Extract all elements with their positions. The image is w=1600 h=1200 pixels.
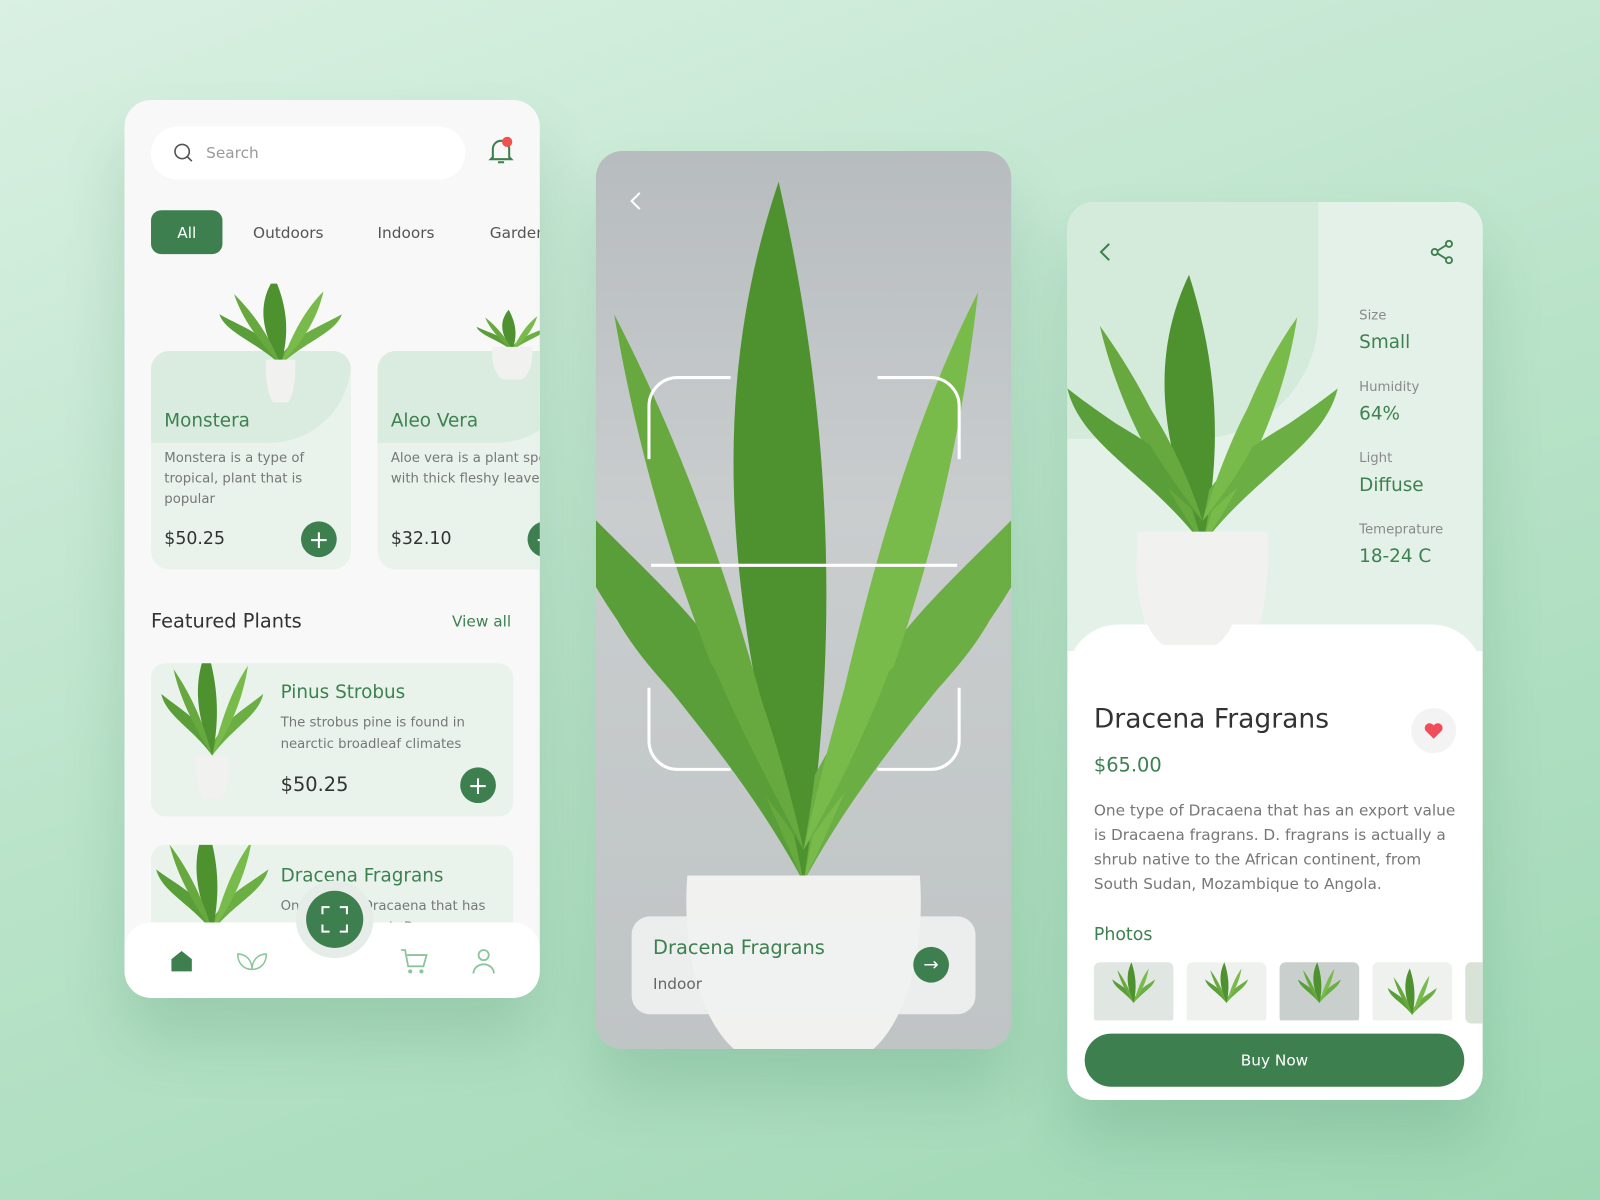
plant-type: Indoor (653, 974, 703, 993)
stat-value: 64% (1359, 403, 1401, 425)
monstera-image (219, 283, 342, 403)
photo-thumbnail[interactable] (1186, 962, 1267, 1024)
search-placeholder: Search (206, 143, 259, 163)
plant-name: Pinus Strobus (280, 681, 406, 704)
pot-image (1136, 552, 1244, 645)
home-icon[interactable] (169, 949, 193, 973)
plant-description: The strobus pine is found in nearctic br… (280, 715, 465, 753)
stat-label: Size (1359, 308, 1387, 324)
plant-price: $50.25 (280, 773, 349, 796)
plant-price: $65.00 (1093, 754, 1162, 777)
plant-description: One type of Dracaena that has an export … (1093, 801, 1456, 893)
detail-screen: Size Small Humidity 64% Light Diffuse Te… (1067, 202, 1483, 1100)
scan-frame (647, 376, 961, 771)
featured-item[interactable]: Pinus Strobus The strobus pine is found … (151, 663, 514, 817)
stat-value: Small (1359, 331, 1411, 354)
home-screen: Search All Outdoors Indoors Garden Monst… (124, 99, 540, 998)
heart-icon (1424, 723, 1443, 739)
plant-stats: Size Small Humidity 64% Light Diffuse Te… (1359, 308, 1443, 567)
share-icon[interactable] (1429, 239, 1456, 266)
add-to-cart-button[interactable]: + (301, 521, 337, 558)
favorite-button[interactable] (1411, 708, 1457, 754)
plant-description: Aloe vera is a plant species with thick … (390, 451, 540, 487)
scan-icon (321, 906, 348, 933)
tab-all[interactable]: All (151, 210, 223, 255)
cart-icon[interactable] (400, 947, 429, 976)
bell-icon (488, 136, 514, 164)
scan-screen: Dracena Fragrans Indoor → (595, 151, 1012, 1049)
buy-now-button[interactable]: Buy Now (1084, 1033, 1465, 1087)
plant-price: $50.25 (164, 528, 225, 549)
featured-title: Featured Plants (151, 610, 302, 633)
tab-garden[interactable]: Garden (490, 210, 540, 254)
user-icon[interactable] (471, 947, 495, 976)
plant-name: Dracena Fragrans (280, 865, 444, 887)
leaf-icon[interactable] (236, 951, 268, 971)
view-all-link[interactable]: View all (452, 612, 511, 630)
notification-button[interactable] (488, 136, 515, 170)
scan-button[interactable] (306, 890, 364, 948)
photos-title: Photos (1093, 924, 1153, 945)
plant-name: Dracena Fragrans (653, 936, 825, 960)
stat-label: Humidity (1359, 379, 1420, 395)
pinus-strobus-image (161, 663, 264, 799)
photo-thumbnail[interactable] (1372, 962, 1453, 1024)
tab-outdoors[interactable]: Outdoors (253, 210, 323, 254)
plant-name: Monstera (164, 410, 250, 432)
photo-thumbnail[interactable] (1465, 962, 1483, 1024)
stat-label: Light (1359, 451, 1393, 467)
plant-price: $32.10 (390, 528, 452, 549)
plant-name: Dracena Fragrans (1093, 704, 1330, 735)
tab-indoors[interactable]: Indoors (378, 210, 435, 254)
stat-value: 18-24 C (1359, 545, 1432, 568)
arrow-right-icon[interactable]: → (913, 946, 949, 983)
search-input[interactable]: Search (151, 126, 466, 180)
add-to-cart-button[interactable]: + (460, 767, 496, 804)
plant-name: Aleo Vera (390, 410, 479, 432)
back-icon[interactable] (627, 190, 647, 212)
aloe-vera-image (476, 309, 540, 380)
stat-label: Temeprature (1359, 522, 1444, 538)
search-icon (174, 143, 193, 162)
photo-thumbnail[interactable] (1093, 962, 1174, 1024)
stat-value: Diffuse (1359, 474, 1424, 496)
photo-thumbnail[interactable] (1279, 962, 1360, 1024)
add-to-cart-button[interactable]: + (527, 521, 540, 558)
scan-result-card[interactable]: Dracena Fragrans Indoor → (631, 916, 976, 1015)
plant-description: Monstera is a type of tropical, plant th… (164, 451, 305, 508)
back-icon[interactable] (1096, 241, 1116, 263)
